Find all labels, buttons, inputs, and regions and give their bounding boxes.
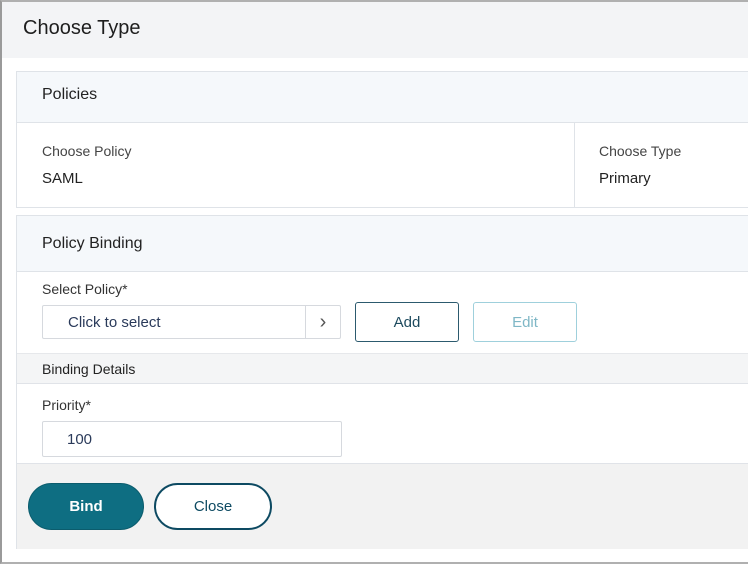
column-divider — [574, 123, 575, 208]
chevron-right-icon[interactable]: › — [305, 306, 340, 338]
choose-policy-value: SAML — [42, 170, 83, 187]
dialog-footer: Bind Close — [17, 463, 748, 549]
close-button[interactable]: Close — [154, 483, 272, 530]
dialog-title: Choose Type — [23, 17, 141, 39]
dialog-header: Choose Type — [2, 2, 748, 58]
priority-label: Priority* — [42, 397, 92, 413]
binding-details-heading: Binding Details — [42, 361, 136, 377]
binding-details-band: Binding Details — [17, 353, 748, 384]
choose-type-label: Choose Type — [599, 143, 682, 159]
select-policy-label: Select Policy* — [42, 281, 128, 297]
edit-button[interactable]: Edit — [473, 302, 577, 342]
policies-heading: Policies — [42, 86, 98, 103]
choose-policy-label: Choose Policy — [42, 143, 132, 159]
policies-card: Policies Choose Policy SAML Choose Type … — [16, 71, 748, 208]
add-button[interactable]: Add — [355, 302, 459, 342]
policy-binding-heading: Policy Binding — [42, 235, 143, 252]
policy-binding-header: Policy Binding — [17, 216, 748, 272]
priority-input[interactable]: 100 — [42, 421, 342, 457]
policy-binding-card: Policy Binding Select Policy* Click to s… — [16, 215, 748, 549]
select-policy-input[interactable]: Click to select › — [42, 305, 341, 339]
choose-type-value: Primary — [599, 170, 651, 187]
policies-header: Policies — [17, 72, 748, 123]
bind-button[interactable]: Bind — [28, 483, 144, 530]
priority-value: 100 — [67, 431, 93, 448]
select-policy-placeholder: Click to select — [68, 314, 161, 331]
